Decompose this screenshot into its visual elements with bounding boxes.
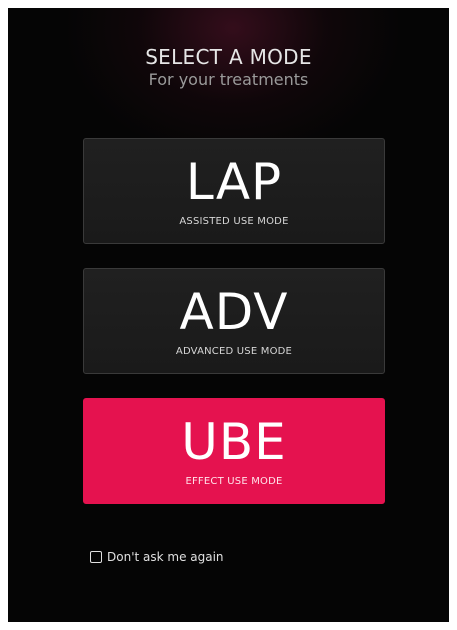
mode-description: ASSISTED USE MODE [179,216,289,227]
mode-selection-screen: SELECT A MODE For your treatments LAP AS… [8,8,449,622]
mode-code: UBE [181,413,287,471]
mode-description: EFFECT USE MODE [185,476,283,487]
page-title: SELECT A MODE [145,45,312,69]
header: SELECT A MODE For your treatments [8,45,449,90]
page-subtitle: For your treatments [148,70,309,89]
dont-ask-again-option[interactable]: Don't ask me again [90,550,224,564]
mode-card-lap[interactable]: LAP ASSISTED USE MODE [83,138,385,244]
mode-code: LAP [185,153,283,211]
mode-card-adv[interactable]: ADV ADVANCED USE MODE [83,268,385,374]
mode-card-ube[interactable]: UBE EFFECT USE MODE [83,398,385,504]
dont-ask-again-checkbox[interactable] [90,551,102,563]
mode-code: ADV [179,283,289,341]
dont-ask-again-label: Don't ask me again [107,550,224,564]
mode-description: ADVANCED USE MODE [175,346,293,357]
